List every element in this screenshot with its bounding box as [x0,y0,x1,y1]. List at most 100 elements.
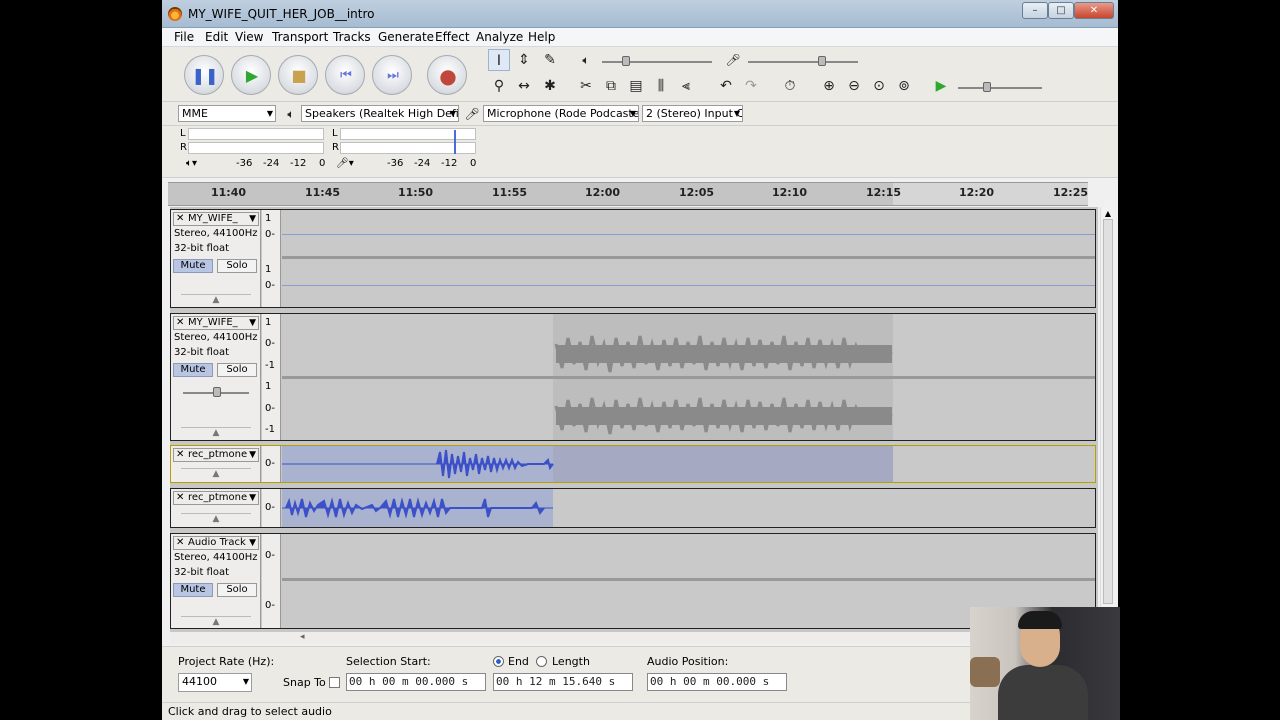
solo-button[interactable]: Solo [217,363,257,377]
zoom-tool-icon[interactable]: ⚲ [488,75,510,97]
input-channels-select[interactable]: 2 (Stereo) Input C ▼ [642,105,743,122]
zoom-in-icon[interactable]: ⊕ [818,75,840,97]
end-radio[interactable] [493,656,504,667]
close-icon[interactable]: ✕ [176,492,184,504]
stop-button[interactable]: ■ [278,55,318,95]
silence-icon[interactable]: ⫷ [675,75,697,97]
input-device-select[interactable]: Microphone (Rode Podcaster) ▼ [483,105,639,122]
record-volume-knob[interactable] [818,56,826,66]
scroll-thumb[interactable] [1103,219,1113,604]
play-button[interactable]: ▶ [231,55,271,95]
minimize-button[interactable]: – [1022,2,1048,19]
fit-selection-icon[interactable]: ⊙ [868,75,890,97]
track-name-menu[interactable]: ✕ MY_WIFE_ ▼ [173,212,259,226]
track-rec-ptmone-2[interactable]: ✕ rec_ptmone ▼ ▲ 0- [170,488,1096,528]
track-name-menu[interactable]: ✕ Audio Track ▼ [173,536,259,550]
close-icon[interactable]: ✕ [176,449,184,461]
skip-end-button[interactable]: ⏭ [372,55,412,95]
track-my-wife-2[interactable]: ✕ MY_WIFE_ ▼ Stereo, 44100Hz 32-bit float … [170,313,1096,441]
vertical-ruler: 0- 0- [262,534,281,628]
multi-tool-icon[interactable]: ✱ [539,75,561,97]
track-name-menu[interactable]: ✕ rec_ptmone ▼ [173,491,259,505]
waveform-area[interactable] [282,446,1095,482]
menu-transport[interactable]: Transport [272,30,328,44]
skip-start-button[interactable]: ⏮ [325,55,365,95]
waveform-area[interactable] [282,489,1095,527]
timeshift-tool-icon[interactable]: ↔ [513,75,535,97]
trim-icon[interactable]: ⫼ [650,75,672,97]
cut-icon[interactable]: ✂ [575,75,597,97]
playback-volume-knob[interactable] [622,56,630,66]
menu-edit[interactable]: Edit [205,30,228,44]
speaker-icon: 🔈︎ [287,107,295,121]
track-name: rec_ptmone [188,492,248,503]
envelope-tool-icon[interactable]: ⇕ [513,49,535,71]
waveform-area[interactable] [282,210,1095,307]
menu-tracks[interactable]: Tracks [333,30,371,44]
paste-icon[interactable]: ▤ [625,75,647,97]
collapse-track-button[interactable]: ▲ [181,513,251,524]
audio-position-field[interactable]: 00 h 00 m 00.000 s [647,673,787,691]
sync-lock-icon[interactable]: ⏱ [779,75,801,97]
waveform-area[interactable] [282,314,1095,440]
menu-analyze[interactable]: Analyze [476,30,523,44]
output-device-select[interactable]: Speakers (Realtek High Definit ▼ [301,105,459,122]
collapse-track-button[interactable]: ▲ [181,468,251,479]
track-name-menu[interactable]: ✕ MY_WIFE_ ▼ [173,316,259,330]
maximize-button[interactable]: □ [1048,2,1074,19]
draw-tool-icon[interactable]: ✎ [539,49,561,71]
selection-start-field[interactable]: 00 h 00 m 00.000 s [346,673,486,691]
undo-icon[interactable]: ↶ [715,75,737,97]
pause-button[interactable]: ❚❚ [184,55,224,95]
selection-end-field[interactable]: 00 h 12 m 15.640 s [493,673,633,691]
scroll-left-icon[interactable]: ◂ [300,632,305,642]
play-speed-slider[interactable] [958,87,1042,89]
solo-button[interactable]: Solo [217,583,257,597]
track-rec-ptmone-1[interactable]: ✕ rec_ptmone ▼ ▲ 0- [170,445,1096,483]
mute-button[interactable]: Mute [173,583,213,597]
menu-help[interactable]: Help [528,30,555,44]
redo-icon[interactable]: ↷ [740,75,762,97]
play-at-speed-icon[interactable]: ▶ [930,75,952,97]
mute-button[interactable]: Mute [173,259,213,273]
menu-view[interactable]: View [235,30,263,44]
meter-scale-12: -12 [290,158,307,169]
playback-meter[interactable]: L R [176,128,326,156]
menu-generate[interactable]: Generate [378,30,434,44]
menu-effect[interactable]: Effect [435,30,470,44]
project-rate-select[interactable]: 44100 ▼ [178,673,252,692]
zoom-out-icon[interactable]: ⊖ [843,75,865,97]
playback-volume-slider[interactable] [602,61,712,63]
close-icon[interactable]: ✕ [176,213,184,225]
record-volume-slider[interactable] [748,61,858,63]
meter-l-bar [188,128,324,140]
collapse-track-button[interactable]: ▲ [181,616,251,627]
collapse-track-button[interactable]: ▲ [181,294,251,305]
menu-file[interactable]: File [174,30,194,44]
collapse-track-button[interactable]: ▲ [181,427,251,438]
selection-tool-icon[interactable]: I [488,49,510,71]
close-icon[interactable]: ✕ [176,317,184,329]
vertical-scrollbar[interactable]: ▲ [1100,207,1114,632]
solo-button[interactable]: Solo [217,259,257,273]
track-control-panel: ✕ MY_WIFE_ ▼ Stereo, 44100Hz 32-bit float … [171,314,261,440]
menu-bar: File Edit View Transport Tracks Generate… [162,28,1118,47]
track-audio-track[interactable]: ✕ Audio Track ▼ Stereo, 44100Hz 32-bit flo… [170,533,1096,629]
scroll-up-icon[interactable]: ▲ [1102,209,1114,219]
fit-project-icon[interactable]: ⊚ [893,75,915,97]
close-button[interactable]: ✕ [1074,2,1114,19]
mute-button[interactable]: Mute [173,363,213,377]
horizontal-scrollbar[interactable]: ◂ [170,632,1098,644]
gain-knob[interactable] [213,387,221,397]
copy-icon[interactable]: ⧉ [600,75,622,97]
close-icon[interactable]: ✕ [176,537,184,549]
track-name-menu[interactable]: ✕ rec_ptmone ▼ [173,448,259,462]
snap-to-checkbox[interactable] [329,677,340,688]
timeline-ruler[interactable]: 11:40 11:45 11:50 11:55 12:00 12:05 12:1… [168,182,1088,206]
record-button[interactable]: ● [427,55,467,95]
track-my-wife-1[interactable]: ✕ MY_WIFE_ ▼ Stereo, 44100Hz 32-bit float … [170,209,1096,308]
play-speed-knob[interactable] [983,82,991,92]
record-meter[interactable]: L R [328,128,478,156]
audio-host-select[interactable]: MME ▼ [178,105,276,122]
length-radio[interactable] [536,656,547,667]
